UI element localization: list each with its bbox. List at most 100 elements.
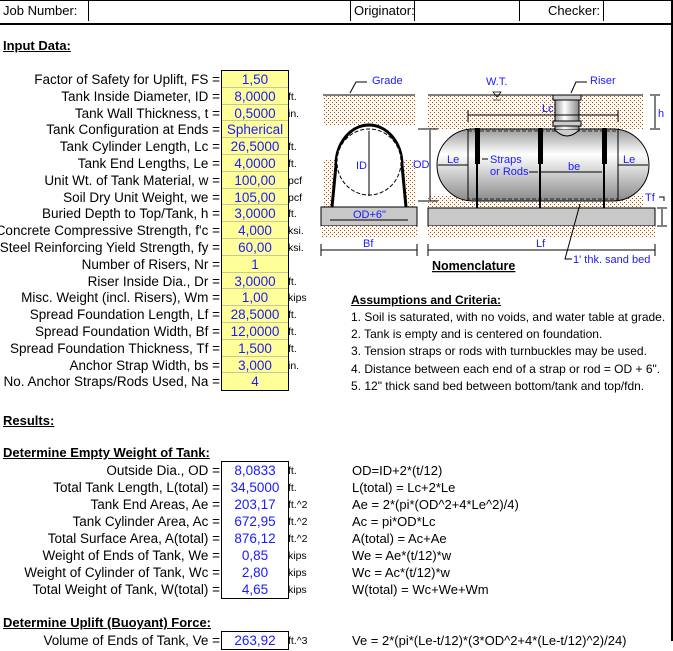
checker-label: Checker: <box>519 1 603 21</box>
strap <box>602 128 607 164</box>
input-value-cell[interactable]: 26,5000 <box>222 138 288 155</box>
originator-field[interactable] <box>414 1 519 21</box>
input-label: Spread Foundation Thickness, Tf = <box>9 340 220 356</box>
input-unit: ft. <box>288 90 297 103</box>
result-value-cell: 672,95 <box>234 514 276 529</box>
result-formula: Ae = 2*(pi*(OD^2+4*Le^2)/4) <box>352 497 519 512</box>
result-unit: kips <box>288 584 307 596</box>
input-unit: pcf <box>288 191 303 204</box>
soil-cover-left <box>323 95 415 125</box>
input-unit: ft. <box>288 158 297 170</box>
result-value-cell: 2,80 <box>241 565 269 580</box>
input-value-cell[interactable]: 1,50 <box>222 71 288 88</box>
sand-bed-label: 1' thk. sand bed <box>573 254 650 266</box>
input-label: Tank End Lengths, Le = <box>77 156 220 171</box>
result-value-cell: 4,65 <box>241 582 269 597</box>
result-unit: ft. <box>288 465 297 477</box>
assumption-item: 5. 12" thick sand bed between bottom/tan… <box>351 378 645 393</box>
empty-weight-heading: Determine Empty Weight of Tank: <box>3 445 210 460</box>
input-value-cell[interactable]: 4 <box>222 373 288 390</box>
result-label: Weight of Ends of Tank, We = <box>42 548 220 563</box>
nomenclature-diagram: ID OD+6" Bf Grade W.T. OD Riser Lc h Le … <box>320 75 667 273</box>
input-label: Tank Inside Diameter, ID = <box>61 88 220 104</box>
input-label: Tank Cylinder Length, Lc = <box>59 139 220 155</box>
input-value-cell[interactable]: 105,00 <box>222 189 288 206</box>
empty-weight-values-column: 8,0833 34,5000 203,17 672,95 876,12 0,85 2,80 4… <box>221 461 289 599</box>
input-label: Anchor Strap Width, bs = <box>69 357 220 373</box>
input-unit: in. <box>288 359 300 372</box>
input-unit: ft. <box>288 342 297 355</box>
result-label: Total Weight of Tank, W(total) = <box>32 582 220 597</box>
result-unit: kips <box>288 567 307 579</box>
input-label: Unit Wt. of Tank Material, w = <box>44 172 220 188</box>
job-number-label: Job Number: <box>3 3 78 18</box>
result-value-cell: 34,5000 <box>230 480 280 495</box>
strap <box>538 128 543 164</box>
result-value-cell: 203,17 <box>234 497 276 512</box>
input-value-cell[interactable]: 3,000 <box>222 357 288 374</box>
result-label: Outside Dia., OD = <box>106 463 220 478</box>
input-value-cell[interactable]: 60,00 <box>222 239 288 256</box>
input-label: Factor of Safety for Uplift, FS = <box>34 72 220 87</box>
input-label: Number of Risers, Nr = <box>81 256 220 272</box>
result-formula: We = Ae*(t/12)*w <box>352 548 452 563</box>
input-value-cell[interactable]: 3,0000 <box>222 205 288 223</box>
tf-label: Tf <box>645 192 656 204</box>
riser-label: Riser <box>590 75 616 87</box>
be-label: be <box>568 161 580 173</box>
input-value-cell[interactable]: 1,500 <box>222 340 288 357</box>
input-data-heading: Input Data: <box>3 38 71 53</box>
input-unit: ft. <box>288 326 297 338</box>
input-value-cell[interactable]: Spherical <box>222 121 288 139</box>
input-label: Concrete Compressive Strength, f'c = <box>0 223 220 239</box>
result-formula: Ac = pi*OD*Lc <box>352 514 436 529</box>
originator-label: Originator: <box>350 1 415 21</box>
input-value-cell[interactable]: 0,5000 <box>222 105 288 122</box>
input-unit: ksi. <box>288 242 304 254</box>
input-value-cell[interactable]: 12,0000 <box>222 323 288 340</box>
result-label: Tank Cylinder Area, Ac = <box>72 514 220 529</box>
input-label: Riser Inside Dia., Dr = <box>87 273 220 289</box>
id-label: ID <box>356 160 367 172</box>
result-formula: W(total) = Wc+We+Wm <box>352 582 489 597</box>
nomenclature-caption: Nomenclature <box>432 259 515 273</box>
input-value-cell[interactable]: 8,0000 <box>222 88 288 105</box>
checker-field[interactable] <box>603 1 673 21</box>
input-value-cell[interactable]: 3,0000 <box>222 273 288 290</box>
lc-label: Lc <box>542 103 554 115</box>
job-number-field[interactable] <box>88 1 350 21</box>
header-row: Job Number: Originator: Checker: <box>0 0 673 25</box>
h-label: h <box>658 108 664 120</box>
input-values-column: 1,50 8,0000 0,5000 Spherical 26,5000 4,0000 10… <box>221 70 289 392</box>
od6-label: OD+6" <box>353 209 386 221</box>
input-label: Spread Foundation Width, Bf = <box>35 324 220 339</box>
assumption-item: 3. Tension straps or rods with turnbuckl… <box>351 344 647 359</box>
input-value-cell[interactable]: 4,0000 <box>222 155 288 172</box>
result-unit: ft.^2 <box>288 533 308 545</box>
input-value-cell[interactable]: 1,00 <box>222 289 288 307</box>
input-value-cell[interactable]: 1 <box>222 256 288 273</box>
input-unit: ft. <box>288 141 297 154</box>
input-unit: kips <box>288 292 307 305</box>
assumption-item: 4. Distance between each end of a strap … <box>351 361 661 376</box>
input-label: Misc. Weight (incl. Risers), Wm = <box>21 290 220 306</box>
input-label: Tank Wall Thickness, t = <box>74 105 220 121</box>
input-value-cell[interactable]: 4,000 <box>222 222 288 239</box>
straps-label: Straps <box>490 154 522 166</box>
uplift-heading: Determine Uplift (Buoyant) Force: <box>3 615 212 630</box>
result-formula: L(total) = Lc+2*Le <box>352 480 456 495</box>
input-unit: pcf <box>288 174 303 187</box>
input-label: Tank Configuration at Ends = <box>46 122 220 138</box>
input-label: Soil Dry Unit Weight, we = <box>63 189 220 205</box>
input-label: Spread Foundation Length, Lf = <box>29 307 220 323</box>
result-unit: ft.^2 <box>288 516 308 528</box>
input-label: Buried Depth to Top/Tank, h = <box>42 206 220 222</box>
input-value-cell[interactable]: 28,5000 <box>222 306 288 323</box>
input-unit: ksi. <box>288 225 304 238</box>
result-value-cell: 876,12 <box>234 531 276 546</box>
result-label: Tank End Areas, Ae = <box>90 497 220 512</box>
or-rods-label: or Rods <box>490 166 529 178</box>
input-value-cell[interactable]: 100,00 <box>222 172 288 189</box>
le-left-label: Le <box>447 154 459 166</box>
foundation <box>427 207 656 227</box>
